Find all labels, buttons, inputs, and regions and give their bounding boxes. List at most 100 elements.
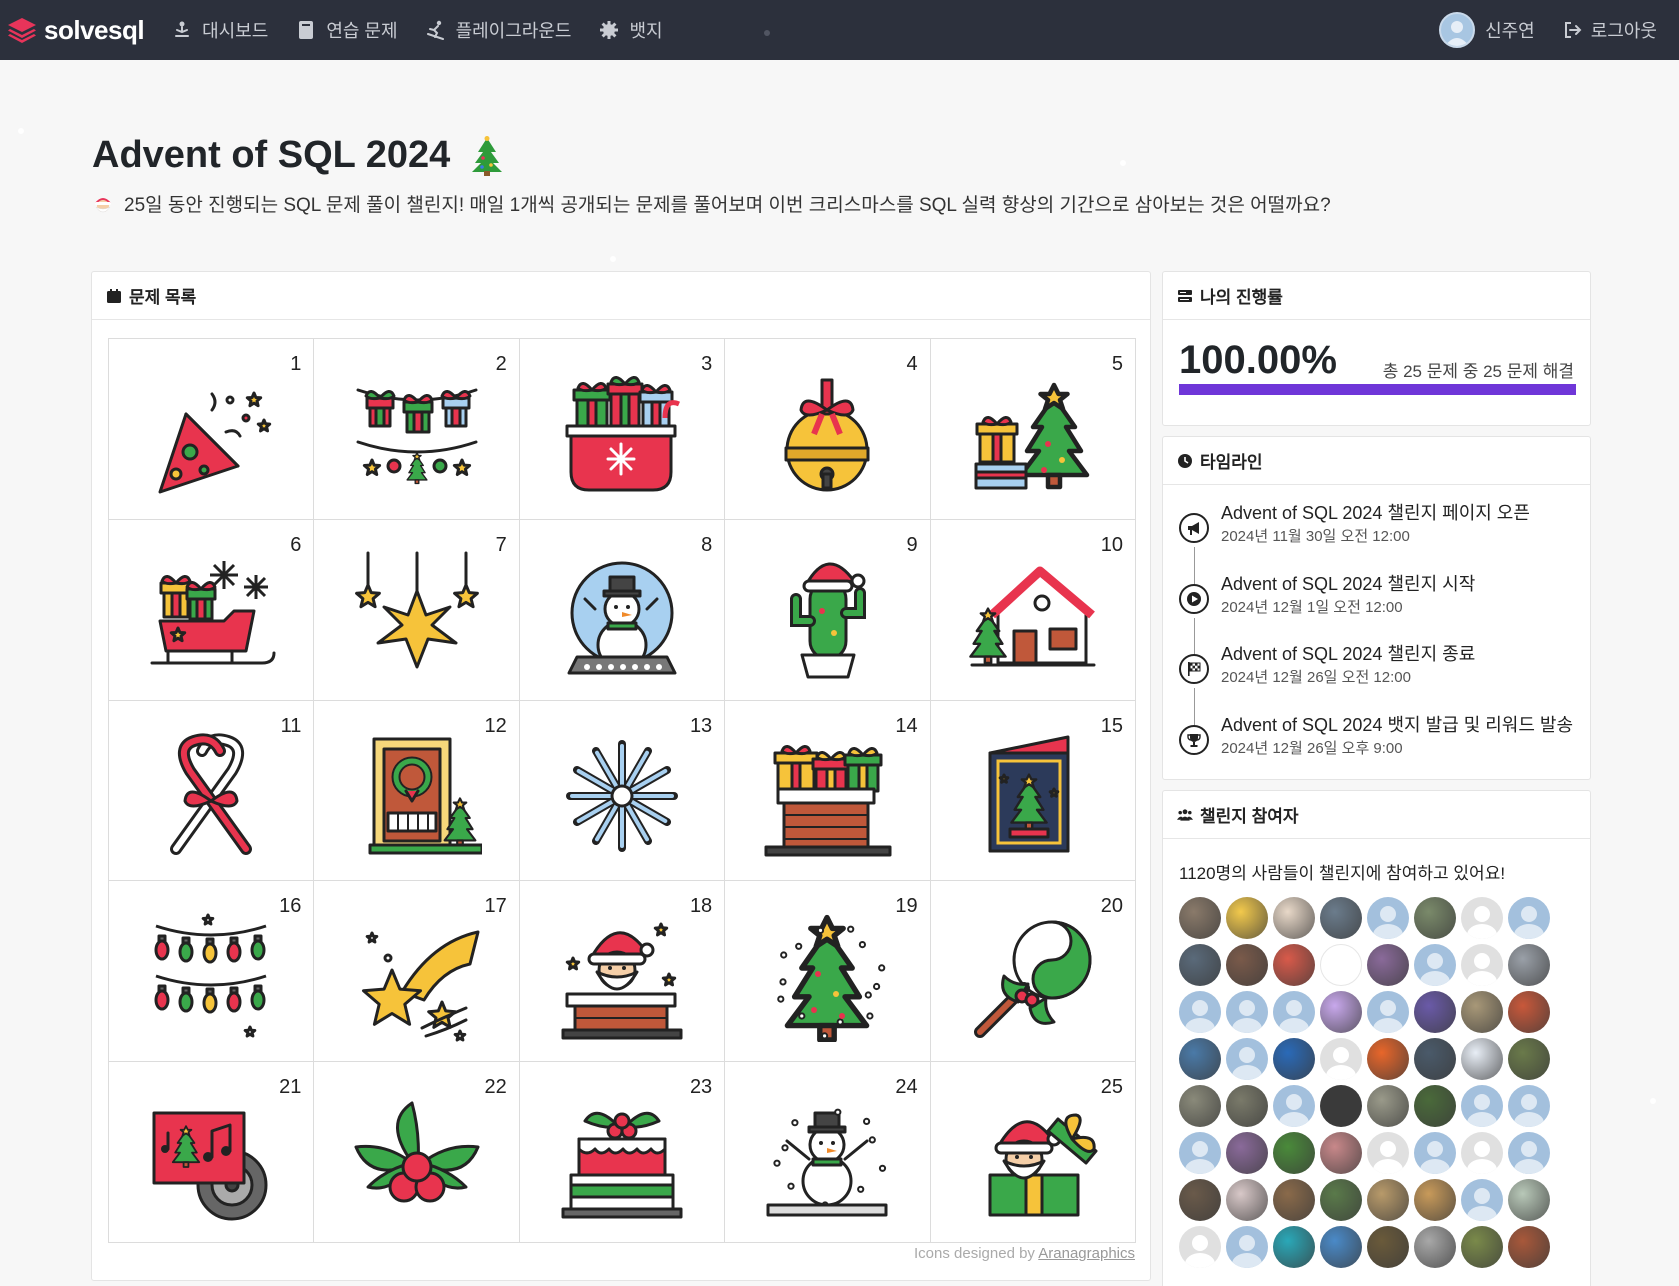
participant-avatar[interactable] — [1320, 1226, 1362, 1268]
participant-avatar[interactable] — [1461, 1038, 1503, 1080]
day-number: 8 — [701, 533, 713, 556]
participant-avatar[interactable] — [1179, 897, 1221, 939]
day-cell-12[interactable]: 12 — [314, 700, 520, 882]
day-cell-6[interactable]: 6 — [109, 519, 315, 701]
participant-avatar[interactable] — [1367, 1179, 1409, 1221]
participant-avatar[interactable] — [1179, 1179, 1221, 1221]
participant-avatar[interactable] — [1226, 897, 1268, 939]
day-cell-25[interactable]: 25 — [930, 1062, 1136, 1243]
participant-avatar[interactable] — [1226, 1132, 1268, 1174]
participant-avatar[interactable] — [1508, 1132, 1550, 1174]
day-cell-13[interactable]: 13 — [519, 700, 726, 882]
participant-avatar[interactable] — [1414, 991, 1456, 1033]
day-cell-16[interactable]: 16 — [109, 881, 315, 1063]
participant-avatar[interactable] — [1414, 1132, 1456, 1174]
day-cell-23[interactable]: 23 — [519, 1062, 726, 1243]
participant-avatar[interactable] — [1414, 1226, 1456, 1268]
nav-playground[interactable]: 플레이그라운드 — [426, 0, 571, 60]
participant-avatar[interactable] — [1273, 897, 1315, 939]
participant-avatar[interactable] — [1508, 944, 1550, 986]
day-cell-10[interactable]: 10 — [930, 519, 1136, 701]
participant-avatar[interactable] — [1226, 1085, 1268, 1127]
icon-credit-link[interactable]: Aranagraphics — [1038, 1245, 1135, 1262]
participant-avatar[interactable] — [1508, 991, 1550, 1033]
participant-avatar[interactable] — [1273, 1226, 1315, 1268]
day-cell-9[interactable]: 9 — [725, 519, 931, 701]
participant-avatar[interactable] — [1273, 991, 1315, 1033]
participant-avatar[interactable] — [1226, 1179, 1268, 1221]
participant-avatar[interactable] — [1508, 1226, 1550, 1268]
day-cell-19[interactable]: 19 — [725, 881, 931, 1063]
participant-avatar[interactable] — [1273, 1179, 1315, 1221]
participant-avatar[interactable] — [1273, 1038, 1315, 1080]
participant-avatar[interactable] — [1508, 1179, 1550, 1221]
participant-avatar[interactable] — [1320, 897, 1362, 939]
day-cell-14[interactable]: 14 — [725, 700, 931, 882]
day-cell-2[interactable]: 2 — [314, 339, 520, 520]
day-cell-17[interactable]: 17 — [314, 881, 520, 1063]
participant-avatar[interactable] — [1367, 1038, 1409, 1080]
logout-button[interactable]: 로그아웃 — [1563, 17, 1657, 43]
day-cell-5[interactable]: 5 — [930, 339, 1136, 520]
day-cell-7[interactable]: 7 — [314, 519, 520, 701]
participant-avatar[interactable] — [1414, 1179, 1456, 1221]
participant-avatar[interactable] — [1320, 1038, 1362, 1080]
day-cell-22[interactable]: 22 — [314, 1062, 520, 1243]
user-avatar[interactable] — [1439, 12, 1476, 48]
participant-avatar[interactable] — [1226, 1038, 1268, 1080]
participant-avatar[interactable] — [1320, 1179, 1362, 1221]
day-cell-4[interactable]: 4 — [725, 339, 931, 520]
day-cell-15[interactable]: 15 — [930, 700, 1136, 882]
participant-avatar[interactable] — [1367, 944, 1409, 986]
day-cell-20[interactable]: 20 — [930, 881, 1136, 1063]
participant-avatar[interactable] — [1367, 991, 1409, 1033]
participant-avatar[interactable] — [1367, 1132, 1409, 1174]
participant-avatar[interactable] — [1273, 1132, 1315, 1174]
participant-avatar[interactable] — [1320, 1085, 1362, 1127]
participant-avatar[interactable] — [1320, 991, 1362, 1033]
brand-logo-link[interactable]: solvesql — [6, 0, 145, 60]
day-cell-8[interactable]: 8 — [519, 519, 726, 701]
participant-avatar[interactable] — [1508, 1085, 1550, 1127]
participant-avatar[interactable] — [1461, 944, 1503, 986]
user-name[interactable]: 신주연 — [1485, 17, 1535, 43]
participant-avatar[interactable] — [1367, 1226, 1409, 1268]
participant-avatar[interactable] — [1179, 1226, 1221, 1268]
participant-avatar[interactable] — [1226, 991, 1268, 1033]
day-cell-24[interactable]: 24 — [725, 1062, 931, 1243]
day-cell-11[interactable]: 11 — [109, 700, 315, 882]
participant-avatar[interactable] — [1273, 1085, 1315, 1127]
participant-avatar[interactable] — [1179, 1038, 1221, 1080]
participant-avatar[interactable] — [1179, 944, 1221, 986]
participant-avatar[interactable] — [1226, 1226, 1268, 1268]
nav-badges[interactable]: 뱃지 — [599, 0, 663, 60]
participant-avatar[interactable] — [1461, 897, 1503, 939]
participant-avatar[interactable] — [1508, 897, 1550, 939]
participant-avatar[interactable] — [1367, 897, 1409, 939]
participant-avatar[interactable] — [1179, 1132, 1221, 1174]
participant-avatar[interactable] — [1179, 1085, 1221, 1127]
participant-avatar[interactable] — [1508, 1038, 1550, 1080]
participant-avatar[interactable] — [1461, 991, 1503, 1033]
day-number: 17 — [484, 895, 507, 918]
participant-avatar[interactable] — [1414, 897, 1456, 939]
participant-avatar[interactable] — [1226, 944, 1268, 986]
participant-avatar[interactable] — [1461, 1132, 1503, 1174]
participant-avatar[interactable] — [1320, 944, 1362, 986]
participant-avatar[interactable] — [1461, 1226, 1503, 1268]
participant-avatar[interactable] — [1320, 1132, 1362, 1174]
participant-avatar[interactable] — [1273, 944, 1315, 986]
day-cell-18[interactable]: 18 — [519, 881, 726, 1063]
day-cell-21[interactable]: 21 — [109, 1062, 315, 1243]
participant-avatar[interactable] — [1414, 944, 1456, 986]
participant-avatar[interactable] — [1461, 1085, 1503, 1127]
participant-avatar[interactable] — [1414, 1085, 1456, 1127]
participant-avatar[interactable] — [1461, 1179, 1503, 1221]
nav-practice[interactable]: 연습 문제 — [296, 0, 398, 60]
nav-dashboard[interactable]: 대시보드 — [172, 0, 268, 60]
day-cell-3[interactable]: 3 — [519, 339, 726, 520]
participant-avatar[interactable] — [1179, 991, 1221, 1033]
day-cell-1[interactable]: 1 — [109, 339, 315, 520]
participant-avatar[interactable] — [1367, 1085, 1409, 1127]
participant-avatar[interactable] — [1414, 1038, 1456, 1080]
